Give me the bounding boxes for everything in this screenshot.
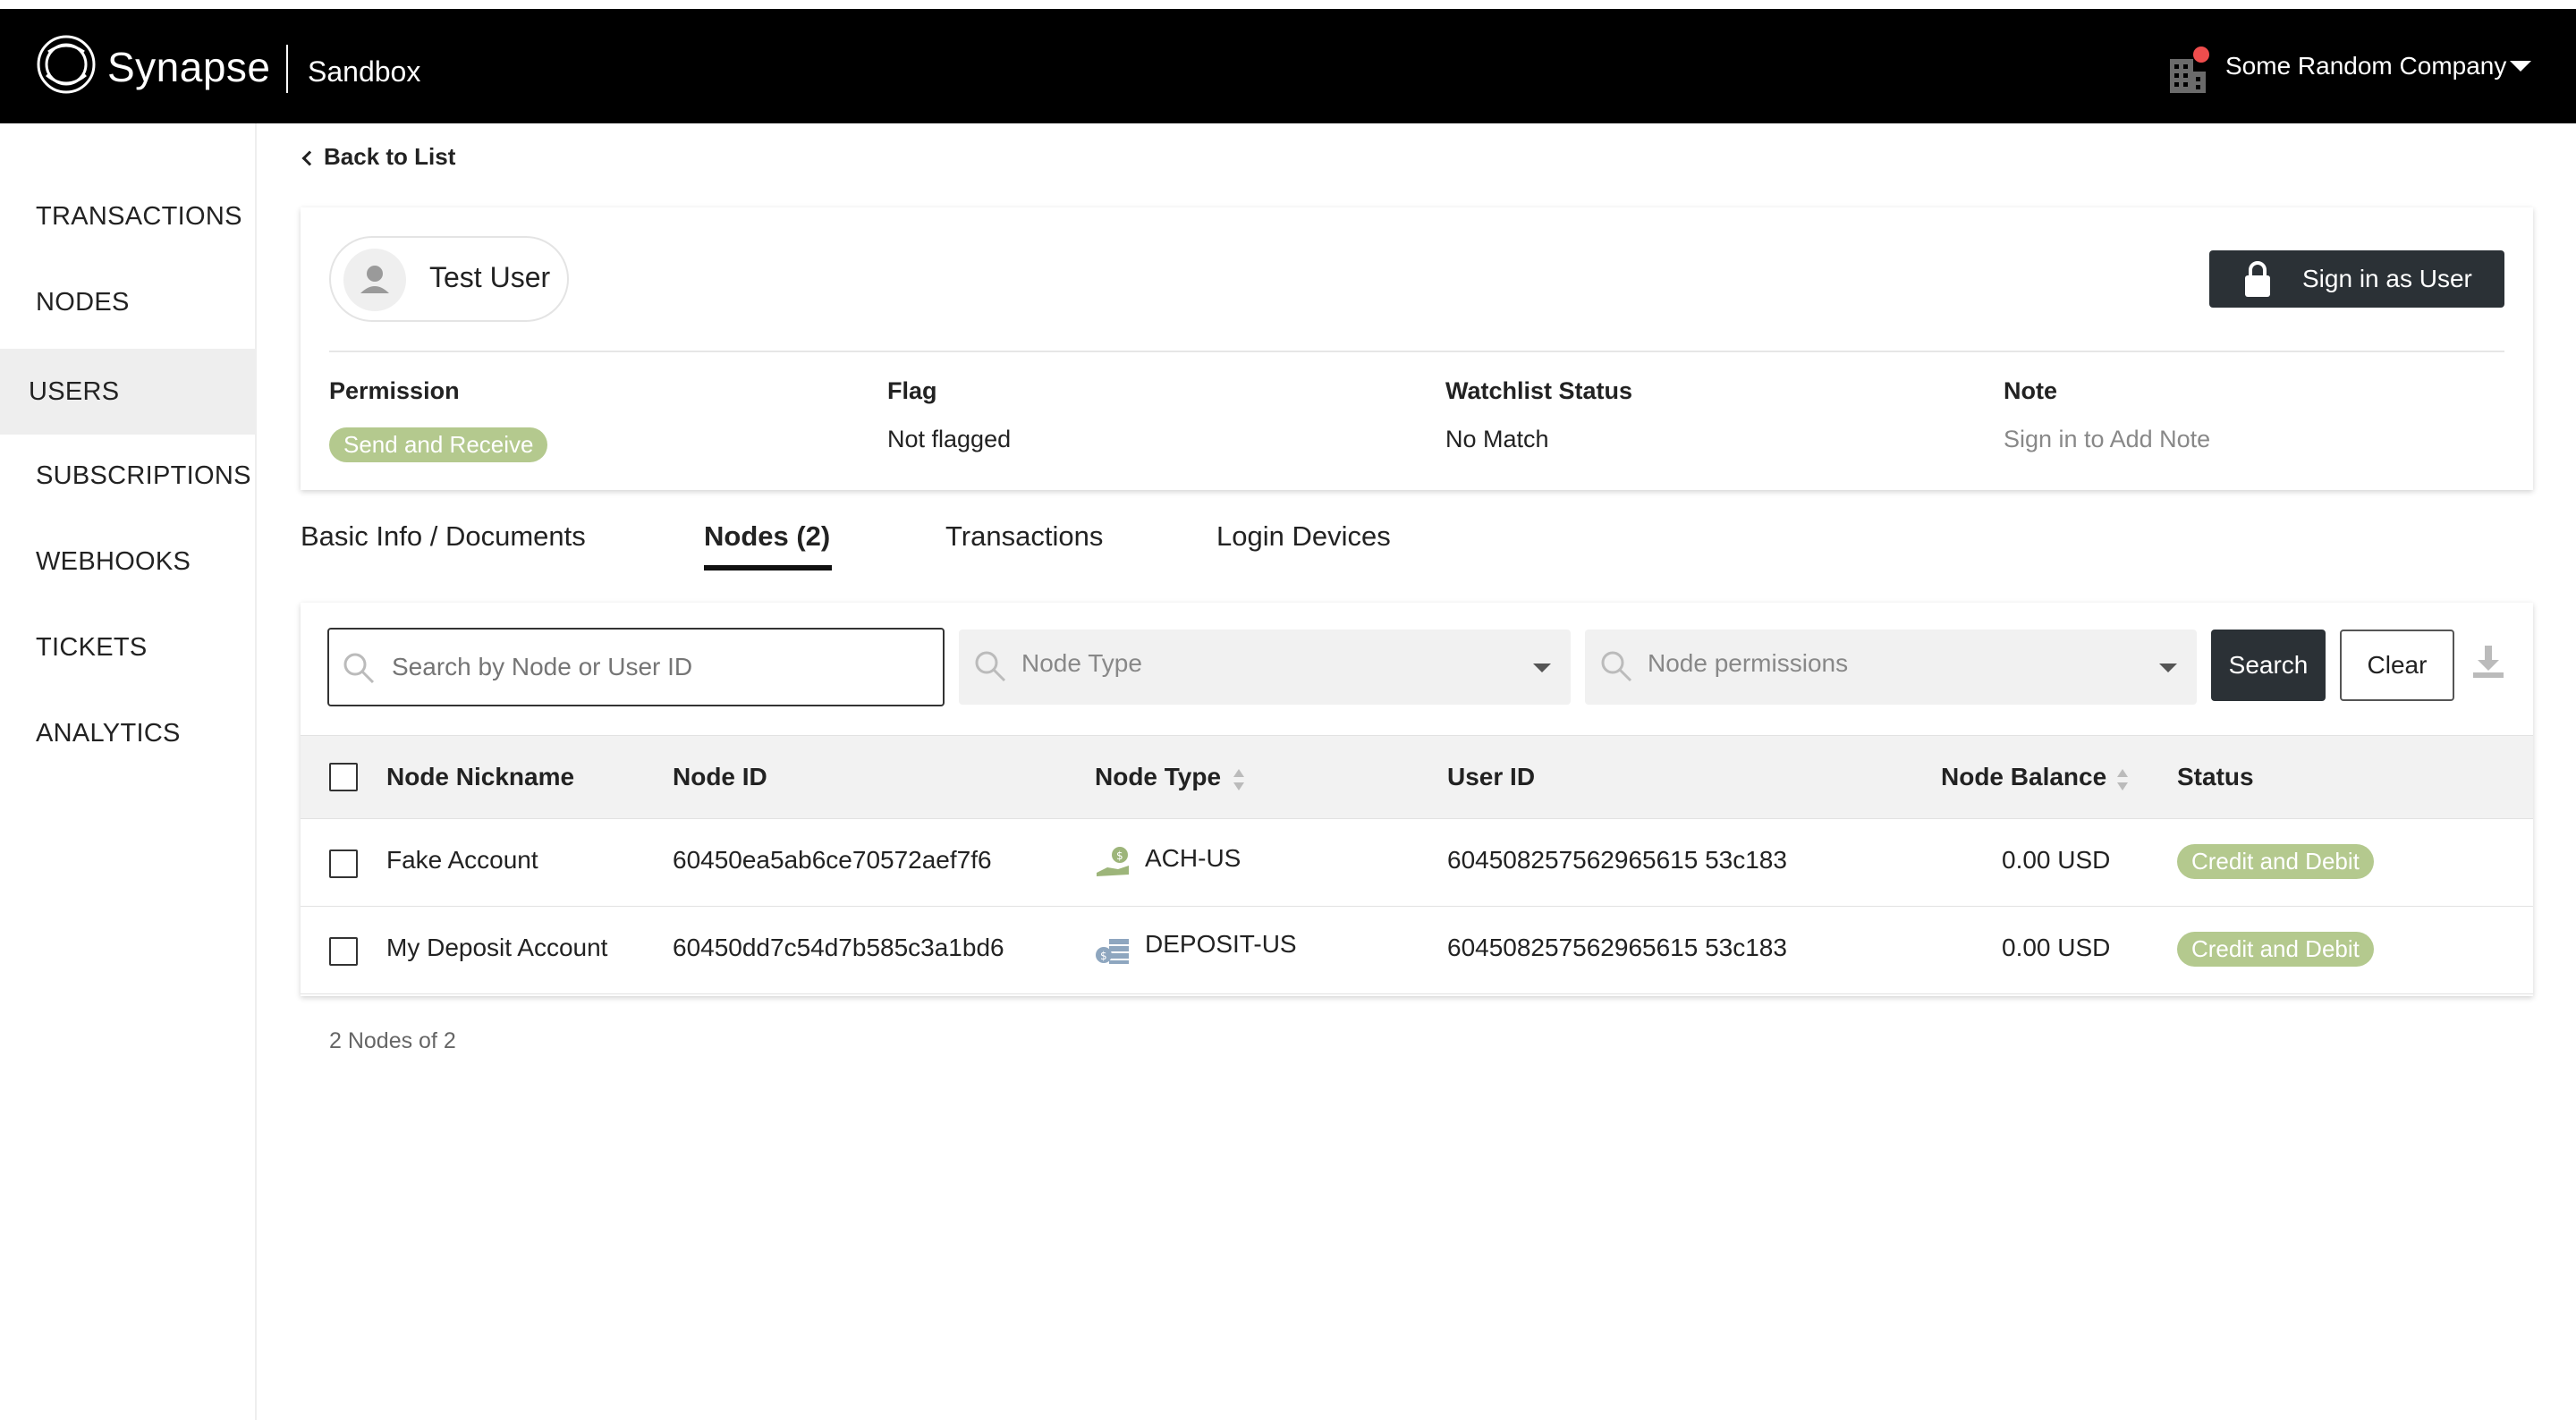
search-icon: [1601, 651, 1632, 682]
tab-transactions[interactable]: Transactions: [945, 520, 1103, 553]
watchlist-value: No Match: [1445, 426, 1549, 452]
table-row[interactable]: My Deposit Account 60450dd7c54d7b585c3a1…: [301, 907, 2533, 994]
note-label: Note: [2004, 377, 2057, 404]
status-badge: Credit and Debit: [2177, 844, 2374, 879]
synapse-logo-icon[interactable]: [36, 34, 97, 95]
node-id: 60450ea5ab6ce70572aef7f6: [673, 846, 992, 874]
lock-icon: [2245, 261, 2270, 297]
notification-dot: [2193, 46, 2209, 63]
user-id: 604508257562965615 53c183: [1447, 846, 1787, 874]
node-nickname: Fake Account: [386, 846, 538, 874]
nodes-panel: Node Type Node permissions Search Clear …: [301, 603, 2533, 996]
permission-badge: Send and Receive: [329, 427, 548, 462]
chevron-down-icon: [1533, 664, 1551, 672]
back-to-list-label: Back to List: [324, 143, 456, 170]
table-header: Node Nickname Node ID Node Type User ID …: [301, 735, 2533, 819]
tab-nodes[interactable]: Nodes (2): [704, 520, 830, 553]
sidebar-item-analytics[interactable]: ANALYTICS: [0, 690, 256, 776]
node-permissions-select[interactable]: Node permissions: [1585, 630, 2197, 705]
back-to-list-link[interactable]: Back to List: [301, 143, 456, 171]
bank-hand-icon: $: [1097, 847, 1129, 876]
tab-basic-info[interactable]: Basic Info / Documents: [301, 520, 586, 553]
row-checkbox[interactable]: [329, 849, 358, 878]
sidebar: TRANSACTIONS NODES USERS SUBSCRIPTIONS W…: [0, 123, 257, 1420]
sidebar-item-nodes[interactable]: NODES: [0, 259, 256, 345]
user-id: 604508257562965615 53c183: [1447, 934, 1787, 961]
environment-label: Sandbox: [308, 55, 421, 88]
brand-name: Synapse: [107, 44, 271, 90]
sidebar-item-transactions[interactable]: TRANSACTIONS: [0, 173, 256, 259]
active-tab-indicator: [704, 565, 832, 571]
tab-login-devices[interactable]: Login Devices: [1216, 520, 1391, 553]
column-header-status: Status: [2177, 763, 2254, 790]
watchlist-label: Watchlist Status: [1445, 377, 1633, 404]
search-input[interactable]: [392, 649, 928, 685]
sort-icon[interactable]: [1233, 768, 1245, 791]
node-id: 60450dd7c54d7b585c3a1bd6: [673, 934, 1004, 961]
top-strip: [0, 0, 2576, 9]
column-header-node-type[interactable]: Node Type: [1095, 763, 1221, 791]
table-row[interactable]: Fake Account 60450ea5ab6ce70572aef7f6 $ …: [301, 819, 2533, 907]
sign-in-as-user-button[interactable]: Sign in as User: [2209, 250, 2504, 308]
sidebar-item-webhooks[interactable]: WEBHOOKS: [0, 519, 256, 604]
user-summary-card: Test User Sign in as User Permission Sen…: [301, 207, 2533, 490]
search-icon: [975, 651, 1006, 682]
user-name: Test User: [429, 261, 551, 293]
node-count: 2 Nodes of 2: [329, 1028, 456, 1053]
node-type: ACH-US: [1145, 844, 1241, 872]
node-nickname: My Deposit Account: [386, 934, 608, 961]
search-icon: [343, 653, 375, 684]
status-badge: Credit and Debit: [2177, 932, 2374, 967]
node-permissions-placeholder: Node permissions: [1648, 649, 1849, 677]
download-icon[interactable]: [2470, 644, 2506, 681]
chevron-down-icon[interactable]: [2510, 61, 2531, 72]
sort-icon[interactable]: [2116, 768, 2129, 791]
brand-divider: [286, 45, 288, 93]
clear-button[interactable]: Clear: [2340, 630, 2454, 701]
search-field[interactable]: [327, 628, 945, 706]
svg-text:$: $: [1116, 849, 1123, 862]
chevron-left-icon: [301, 150, 318, 165]
column-header-node-id: Node ID: [673, 763, 767, 790]
flag-value: Not flagged: [887, 426, 1012, 452]
divider: [329, 351, 2504, 352]
row-checkbox[interactable]: [329, 937, 358, 966]
node-type-placeholder: Node Type: [1021, 649, 1142, 677]
top-bar: Synapse Sandbox Some Random Company: [0, 9, 2576, 123]
column-header-node-balance[interactable]: Node Balance: [1941, 763, 2106, 791]
select-all-checkbox[interactable]: [329, 763, 358, 791]
node-type: DEPOSIT-US: [1145, 930, 1297, 958]
flag-label: Flag: [887, 377, 937, 404]
search-button[interactable]: Search: [2211, 630, 2326, 701]
user-icon: [360, 266, 389, 293]
sidebar-item-users[interactable]: USERS: [0, 349, 256, 435]
avatar: [343, 249, 406, 311]
note-value[interactable]: Sign in to Add Note: [2004, 426, 2210, 453]
node-balance: 0.00 USD: [2002, 846, 2111, 874]
user-chip: Test User: [329, 236, 569, 322]
permission-label: Permission: [329, 377, 460, 404]
chevron-down-icon: [2159, 664, 2177, 672]
deposit-cash-icon: $: [1096, 939, 1129, 964]
node-balance: 0.00 USD: [2002, 934, 2111, 961]
sign-in-label: Sign in as User: [2302, 265, 2472, 292]
svg-text:$: $: [1100, 950, 1107, 962]
sidebar-item-subscriptions[interactable]: SUBSCRIPTIONS: [0, 433, 256, 519]
node-type-select[interactable]: Node Type: [959, 630, 1571, 705]
sidebar-item-tickets[interactable]: TICKETS: [0, 604, 256, 690]
company-selector[interactable]: Some Random Company: [2225, 52, 2506, 80]
column-header-nickname: Node Nickname: [386, 763, 575, 790]
column-header-user-id: User ID: [1447, 763, 1536, 790]
